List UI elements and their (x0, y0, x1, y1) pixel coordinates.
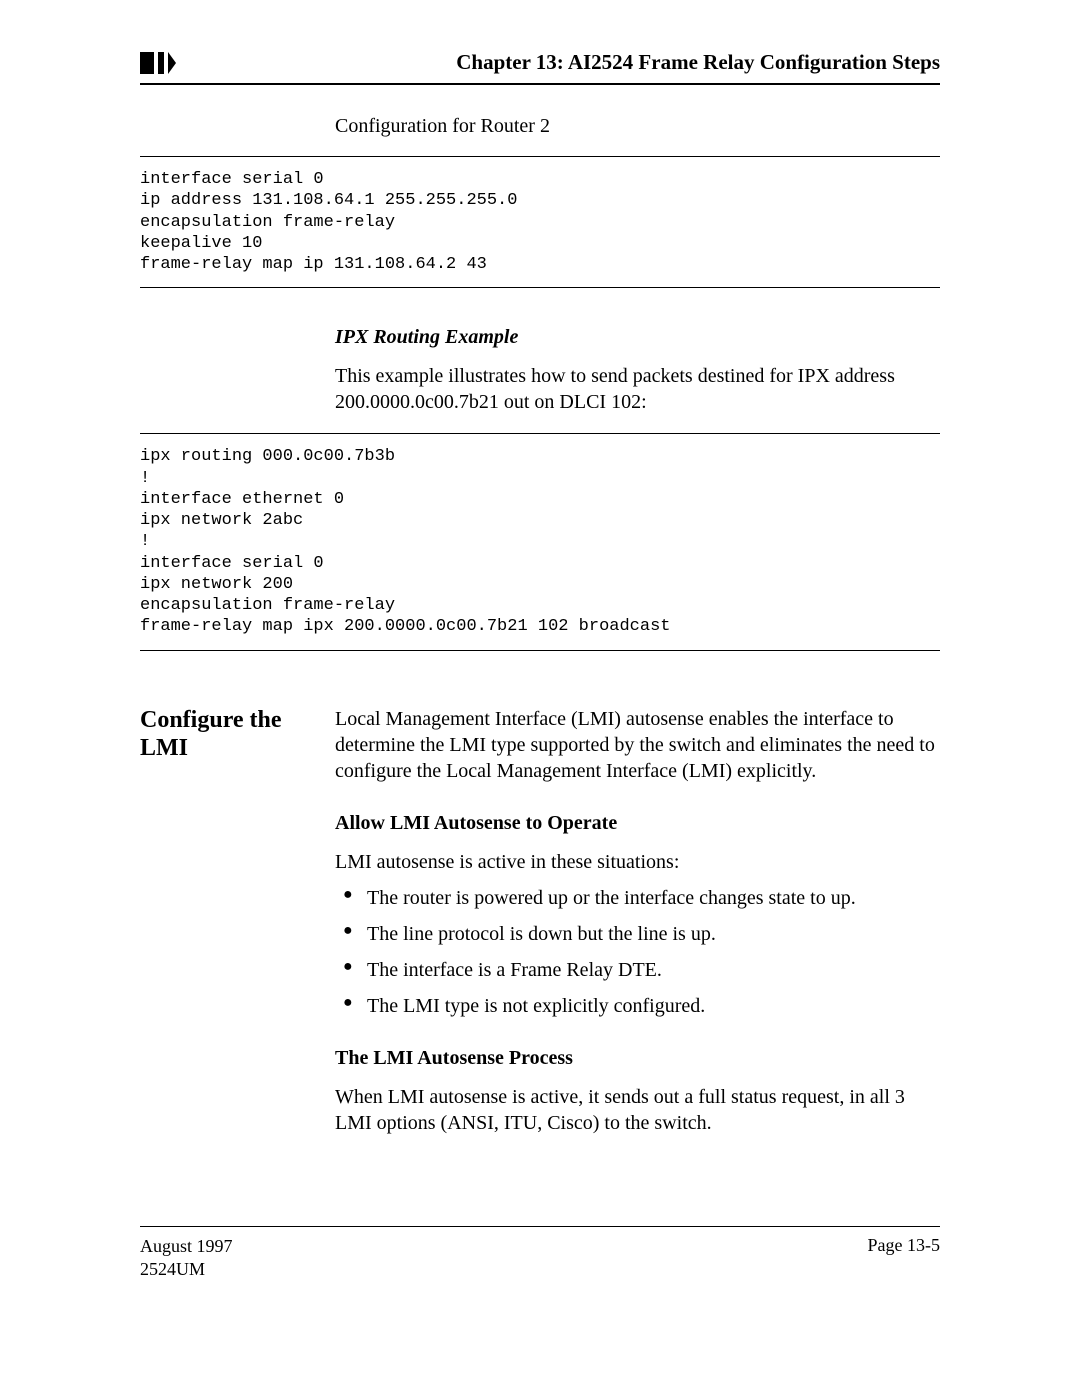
autosense-process-heading: The LMI Autosense Process (335, 1047, 940, 1070)
footer-doc: 2524UM (140, 1258, 233, 1281)
list-item: The line protocol is down but the line i… (335, 921, 940, 947)
autosense-situations-para: LMI autosense is active in these situati… (335, 849, 940, 875)
list-item: The interface is a Frame Relay DTE. (335, 957, 940, 983)
footer-page-number: Page 13-5 (868, 1235, 940, 1282)
allow-autosense-heading: Allow LMI Autosense to Operate (335, 812, 940, 835)
divider (140, 156, 940, 157)
code-block-ipx: ipx routing 000.0c00.7b3b ! interface et… (140, 438, 940, 645)
configure-lmi-section: Configure the LMI Local Management Inter… (140, 706, 940, 1136)
config-title: Configuration for Router 2 (335, 115, 940, 138)
autosense-bullet-list: The router is powered up or the interfac… (335, 885, 940, 1019)
lmi-intro-paragraph: Local Management Interface (LMI) autosen… (335, 706, 940, 784)
divider (140, 433, 940, 434)
list-item: The LMI type is not explicitly configure… (335, 993, 940, 1019)
footer-left: August 1997 2524UM (140, 1235, 233, 1282)
ipx-heading: IPX Routing Example (335, 326, 940, 349)
code-block-router2: interface serial 0 ip address 131.108.64… (140, 161, 940, 283)
divider (140, 650, 940, 651)
chapter-title: Chapter 13: AI2524 Frame Relay Configura… (456, 50, 940, 75)
autosense-process-para: When LMI autosense is active, it sends o… (335, 1084, 940, 1136)
section-side-heading: Configure the LMI (140, 706, 335, 764)
divider (140, 287, 940, 288)
config-title-block: Configuration for Router 2 (335, 115, 940, 138)
ipx-paragraph: This example illustrates how to send pac… (335, 363, 940, 415)
list-item: The router is powered up or the interfac… (335, 885, 940, 911)
page-header: Chapter 13: AI2524 Frame Relay Configura… (140, 50, 940, 85)
footer-date: August 1997 (140, 1235, 233, 1258)
section-main-column: Local Management Interface (LMI) autosen… (335, 706, 940, 1136)
page: Chapter 13: AI2524 Frame Relay Configura… (0, 0, 1080, 1331)
page-footer: August 1997 2524UM Page 13-5 (140, 1226, 940, 1282)
logo-icon (140, 52, 178, 74)
ipx-section: IPX Routing Example This example illustr… (335, 326, 940, 415)
